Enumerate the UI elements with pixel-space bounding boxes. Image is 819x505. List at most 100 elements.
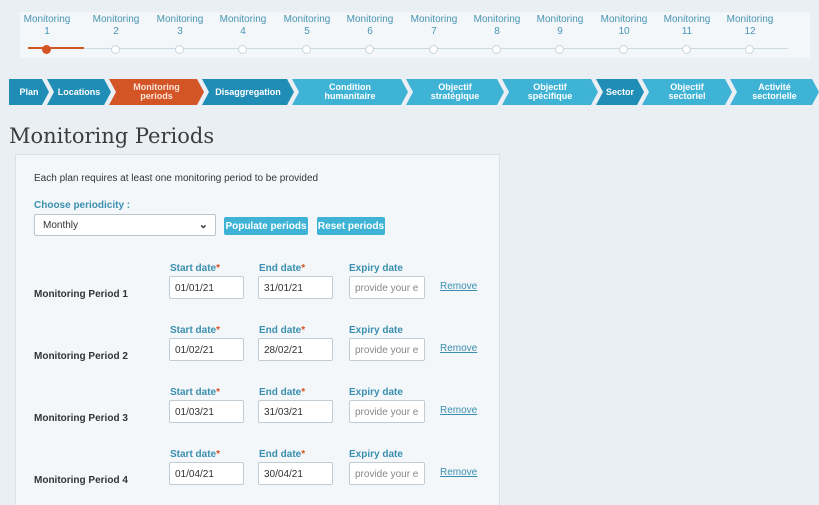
step-dot — [745, 45, 754, 54]
step-dot — [42, 45, 51, 54]
crumb-objectif-specifique[interactable]: Objectif spécifique — [502, 79, 598, 105]
populate-periods-button[interactable]: Populate periods — [224, 217, 308, 235]
stepper-track — [28, 48, 788, 49]
expiry-date-label: Expiry date — [349, 449, 403, 460]
remove-link[interactable]: Remove — [440, 343, 477, 354]
step-label: Monitoring — [663, 14, 711, 25]
step-dot — [365, 45, 374, 54]
step-number: 12 — [744, 26, 756, 37]
remove-link[interactable]: Remove — [440, 405, 477, 416]
monitoring-period-row: Monitoring Period 1 Start date* End date… — [16, 263, 501, 311]
start-date-label: Start date* — [170, 387, 221, 398]
intro-text: Each plan requires at least one monitori… — [34, 173, 319, 184]
step-label: Monitoring — [92, 14, 140, 25]
periodicity-label: Choose periodicity : — [34, 200, 131, 211]
step-dot — [429, 45, 438, 54]
crumb-plan[interactable]: Plan — [9, 79, 49, 105]
step-label: Monitoring — [219, 14, 267, 25]
stepper-step-2[interactable]: Monitoring 2 — [86, 14, 146, 54]
step-label: Monitoring — [600, 14, 648, 25]
step-label: Monitoring — [156, 14, 204, 25]
crumb-label: Disaggregation — [215, 86, 281, 97]
period-name: Monitoring Period 3 — [34, 413, 128, 424]
stepper-step-10[interactable]: Monitoring 10 — [594, 14, 654, 54]
expiry-date-label: Expiry date — [349, 325, 403, 336]
start-date-input[interactable]: 01/01/21 — [169, 276, 244, 299]
step-label: Monitoring — [536, 14, 584, 25]
end-date-input[interactable]: 31/03/21 — [258, 400, 333, 423]
crumb-label-line2: stratégique — [430, 91, 480, 101]
step-dot — [619, 45, 628, 54]
end-date-label: End date* — [259, 387, 306, 398]
step-label: Monitoring — [726, 14, 774, 25]
crumb-label-line2: sectoriel — [668, 91, 706, 101]
step-number: 6 — [367, 26, 373, 37]
step-number: 1 — [44, 26, 50, 37]
crumb-sector[interactable]: Sector — [596, 79, 644, 105]
start-date-label: Start date* — [170, 263, 221, 274]
expiry-date-input[interactable]: provide your e — [349, 276, 425, 299]
step-number: 2 — [113, 26, 119, 37]
step-number: 5 — [304, 26, 310, 37]
crumb-label-line2: sectorielle — [752, 91, 797, 101]
stepper-step-11[interactable]: Monitoring 11 — [657, 14, 717, 54]
stepper-step-6[interactable]: Monitoring 6 — [340, 14, 400, 54]
monitoring-period-row: Monitoring Period 2 Start date* End date… — [16, 325, 501, 373]
monitoring-period-row: Monitoring Period 4 Start date* End date… — [16, 449, 501, 497]
chevron-down-icon: ⌄ — [198, 219, 208, 231]
crumb-monitoring-periods[interactable]: Monitoring periods — [109, 79, 204, 105]
page-title: Monitoring Periods — [9, 124, 215, 148]
crumb-activite-sectorielle[interactable]: Activité sectorielle — [730, 79, 819, 105]
crumb-label: Locations — [57, 86, 101, 97]
expiry-date-label: Expiry date — [349, 263, 403, 274]
start-date-label: Start date* — [170, 325, 221, 336]
crumb-condition-humanitaire[interactable]: Condition humanitaire — [292, 79, 408, 105]
period-name: Monitoring Period 2 — [34, 351, 128, 362]
step-number: 10 — [618, 26, 630, 37]
step-label: Monitoring — [473, 14, 521, 25]
remove-link[interactable]: Remove — [440, 467, 477, 478]
stepper-step-12[interactable]: Monitoring 12 — [720, 14, 780, 54]
step-dot — [682, 45, 691, 54]
stepper-step-4[interactable]: Monitoring 4 — [213, 14, 273, 54]
expiry-date-input[interactable]: provide your e — [349, 462, 425, 485]
start-date-input[interactable]: 01/03/21 — [169, 400, 244, 423]
step-number: 8 — [494, 26, 500, 37]
step-number: 7 — [431, 26, 437, 37]
reset-periods-button[interactable]: Reset periods — [317, 217, 385, 235]
expiry-date-input[interactable]: provide your e — [349, 338, 425, 361]
stepper-step-5[interactable]: Monitoring 5 — [277, 14, 337, 54]
crumb-label-line2: humanitaire — [324, 91, 376, 101]
end-date-label: End date* — [259, 263, 306, 274]
crumb-disaggregation[interactable]: Disaggregation — [202, 79, 294, 105]
stepper-step-9[interactable]: Monitoring 9 — [530, 14, 590, 54]
stepper-step-1[interactable]: Monitoring 1 — [17, 14, 77, 54]
expiry-date-label: Expiry date — [349, 387, 403, 398]
end-date-input[interactable]: 30/04/21 — [258, 462, 333, 485]
monitoring-period-row: Monitoring Period 3 Start date* End date… — [16, 387, 501, 435]
step-number: 9 — [557, 26, 563, 37]
crumb-objectif-strategique[interactable]: Objectif stratégique — [406, 79, 504, 105]
start-date-input[interactable]: 01/04/21 — [169, 462, 244, 485]
period-name: Monitoring Period 4 — [34, 475, 128, 486]
step-label: Monitoring — [23, 14, 71, 25]
expiry-date-input[interactable]: provide your e — [349, 400, 425, 423]
step-number: 4 — [240, 26, 246, 37]
remove-link[interactable]: Remove — [440, 281, 477, 292]
stepper-step-8[interactable]: Monitoring 8 — [467, 14, 527, 54]
start-date-input[interactable]: 01/02/21 — [169, 338, 244, 361]
periodicity-select[interactable]: Monthly ⌄ — [34, 214, 216, 236]
end-date-input[interactable]: 28/02/21 — [258, 338, 333, 361]
monitoring-periods-panel: Each plan requires at least one monitori… — [15, 154, 500, 505]
step-dot — [111, 45, 120, 54]
stepper-step-7[interactable]: Monitoring 7 — [404, 14, 464, 54]
stepper-step-3[interactable]: Monitoring 3 — [150, 14, 210, 54]
step-dot — [555, 45, 564, 54]
crumb-objectif-sectoriel[interactable]: Objectif sectoriel — [642, 79, 732, 105]
crumb-locations[interactable]: Locations — [47, 79, 111, 105]
step-label: Monitoring — [283, 14, 331, 25]
end-date-input[interactable]: 31/01/21 — [258, 276, 333, 299]
crumb-label-line2: spécifique — [527, 91, 573, 101]
wizard-breadcrumb: Plan Locations Monitoring periods Disaggr… — [0, 79, 819, 105]
end-date-label: End date* — [259, 325, 306, 336]
